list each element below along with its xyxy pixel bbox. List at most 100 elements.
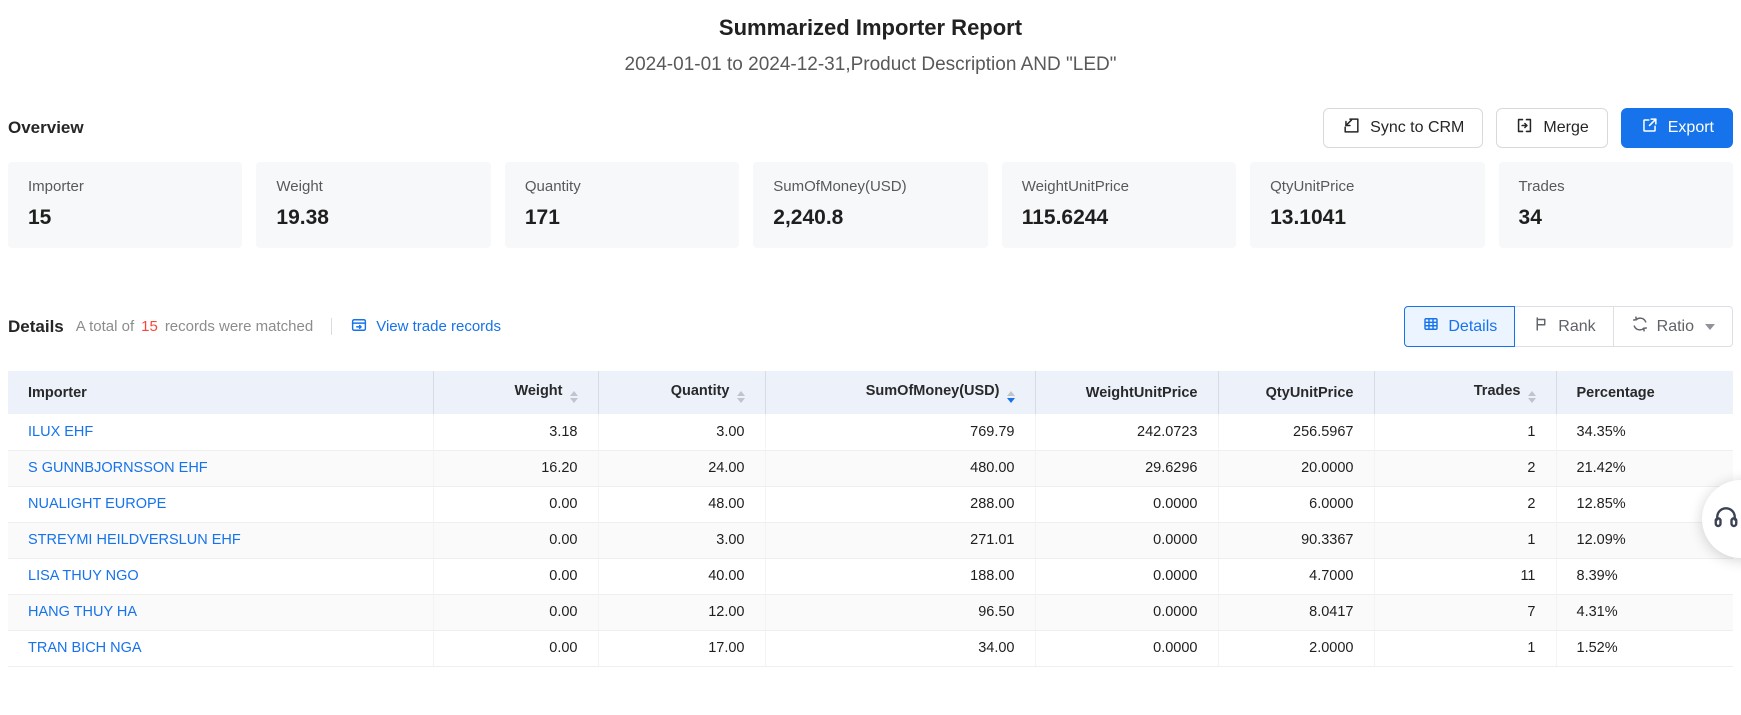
importer-link[interactable]: HANG THUY HA	[28, 604, 137, 620]
importer-link[interactable]: TRAN BICH NGA	[28, 640, 142, 656]
stat-value: 15	[28, 206, 222, 230]
divider	[331, 318, 332, 335]
export-icon	[1640, 116, 1659, 140]
cell-qtyunitprice: 6.0000	[1218, 486, 1374, 522]
cell-qtyunitprice: 8.0417	[1218, 594, 1374, 630]
cell-sumofmoney-usd: 271.01	[765, 522, 1035, 558]
stat-label: Quantity	[525, 178, 719, 195]
column-label: Trades	[1474, 383, 1521, 399]
overview-actions: Sync to CRM Merge Export	[1323, 108, 1733, 148]
cell-sumofmoney-usd: 188.00	[765, 558, 1035, 594]
tab-details[interactable]: Details	[1404, 306, 1515, 347]
cell-percentage: 8.39%	[1556, 558, 1733, 594]
sort-icon[interactable]	[570, 391, 578, 403]
export-label: Export	[1668, 119, 1714, 137]
column-label: SumOfMoney(USD)	[866, 383, 1000, 399]
view-toggle-group: Details Rank Ratio	[1404, 306, 1733, 347]
tab-details-label: Details	[1448, 318, 1497, 336]
cell-qtyunitprice: 256.5967	[1218, 414, 1374, 450]
table-row: ILUX EHF3.183.00769.79242.0723256.596713…	[8, 414, 1733, 450]
cell-trades: 2	[1374, 486, 1556, 522]
cell-quantity: 40.00	[598, 558, 765, 594]
sort-icon[interactable]	[1007, 391, 1015, 403]
cell-qtyunitprice: 20.0000	[1218, 450, 1374, 486]
cell-weight: 0.00	[433, 558, 598, 594]
importer-link[interactable]: LISA THUY NGO	[28, 568, 139, 584]
stat-label: Importer	[28, 178, 222, 195]
column-header-importer: Importer	[8, 371, 433, 414]
tab-ratio[interactable]: Ratio	[1613, 306, 1733, 347]
trade-records-icon	[350, 316, 368, 338]
tab-ratio-label: Ratio	[1657, 318, 1694, 336]
stat-label: Trades	[1519, 178, 1713, 195]
stat-value: 13.1041	[1270, 206, 1464, 230]
table-grid-icon	[1422, 315, 1440, 338]
table-row: S GUNNBJORNSSON EHF16.2024.00480.0029.62…	[8, 450, 1733, 486]
cell-sumofmoney-usd: 769.79	[765, 414, 1035, 450]
stat-card-weight: Weight 19.38	[256, 162, 490, 248]
column-label: Weight	[514, 383, 562, 399]
overview-stats: Importer 15 Weight 19.38 Quantity 171 Su…	[8, 162, 1733, 248]
column-header-trades[interactable]: Trades	[1374, 371, 1556, 414]
column-header-weight[interactable]: Weight	[433, 371, 598, 414]
cell-importer: NUALIGHT EUROPE	[8, 486, 433, 522]
tab-rank[interactable]: Rank	[1514, 306, 1613, 347]
table-header: ImporterWeightQuantitySumOfMoney(USD)Wei…	[8, 371, 1733, 414]
column-header-quantity[interactable]: Quantity	[598, 371, 765, 414]
importer-table: ImporterWeightQuantitySumOfMoney(USD)Wei…	[8, 371, 1733, 667]
importer-link[interactable]: ILUX EHF	[28, 424, 93, 440]
report-subtitle: 2024-01-01 to 2024-12-31,Product Descrip…	[8, 54, 1733, 76]
stat-label: QtyUnitPrice	[1270, 178, 1464, 195]
table-body: ILUX EHF3.183.00769.79242.0723256.596713…	[8, 414, 1733, 666]
table-row: HANG THUY HA0.0012.0096.500.00008.041774…	[8, 594, 1733, 630]
sort-icon[interactable]	[737, 391, 745, 403]
cell-importer: HANG THUY HA	[8, 594, 433, 630]
cell-sumofmoney-usd: 96.50	[765, 594, 1035, 630]
match-count: 15	[134, 318, 165, 335]
cell-percentage: 21.42%	[1556, 450, 1733, 486]
sync-to-crm-button[interactable]: Sync to CRM	[1323, 108, 1483, 148]
tab-rank-label: Rank	[1558, 318, 1595, 336]
cell-sumofmoney-usd: 34.00	[765, 630, 1035, 666]
cell-sumofmoney-usd: 288.00	[765, 486, 1035, 522]
stat-value: 2,240.8	[773, 206, 967, 230]
importer-link[interactable]: NUALIGHT EUROPE	[28, 496, 166, 512]
details-summary: Details A total of 15 records were match…	[8, 316, 501, 338]
page-title: Summarized Importer Report	[8, 0, 1733, 41]
cell-trades: 7	[1374, 594, 1556, 630]
cell-quantity: 24.00	[598, 450, 765, 486]
stat-label: SumOfMoney(USD)	[773, 178, 967, 195]
importer-link[interactable]: STREYMI HEILDVERSLUN EHF	[28, 532, 241, 548]
column-header-sumofmoney-usd[interactable]: SumOfMoney(USD)	[765, 371, 1035, 414]
stat-label: Weight	[276, 178, 470, 195]
cell-importer: ILUX EHF	[8, 414, 433, 450]
stat-card-qtyunitprice: QtyUnitPrice 13.1041	[1250, 162, 1484, 248]
cell-weight: 0.00	[433, 486, 598, 522]
stat-value: 19.38	[276, 206, 470, 230]
cell-weightunitprice: 0.0000	[1035, 486, 1218, 522]
cell-quantity: 48.00	[598, 486, 765, 522]
cell-importer: TRAN BICH NGA	[8, 630, 433, 666]
cell-weightunitprice: 0.0000	[1035, 630, 1218, 666]
merge-icon	[1515, 116, 1534, 140]
rank-flag-icon	[1532, 315, 1550, 338]
cell-percentage: 1.52%	[1556, 630, 1733, 666]
sort-icon[interactable]	[1528, 391, 1536, 403]
cell-weight: 0.00	[433, 594, 598, 630]
merge-button[interactable]: Merge	[1496, 108, 1607, 148]
cell-qtyunitprice: 4.7000	[1218, 558, 1374, 594]
view-trade-records-link[interactable]: View trade records	[350, 316, 501, 338]
stat-card-importer: Importer 15	[8, 162, 242, 248]
column-header-qtyunitprice: QtyUnitPrice	[1218, 371, 1374, 414]
stat-card-trades: Trades 34	[1499, 162, 1733, 248]
cell-trades: 11	[1374, 558, 1556, 594]
cell-quantity: 3.00	[598, 522, 765, 558]
overview-bar: Overview Sync to CRM Merge Export	[8, 108, 1733, 148]
cell-weightunitprice: 29.6296	[1035, 450, 1218, 486]
importer-link[interactable]: S GUNNBJORNSSON EHF	[28, 460, 208, 476]
table-header-row: ImporterWeightQuantitySumOfMoney(USD)Wei…	[8, 371, 1733, 414]
cell-qtyunitprice: 90.3367	[1218, 522, 1374, 558]
table-row: TRAN BICH NGA0.0017.0034.000.00002.00001…	[8, 630, 1733, 666]
cell-percentage: 34.35%	[1556, 414, 1733, 450]
export-button[interactable]: Export	[1621, 108, 1733, 148]
